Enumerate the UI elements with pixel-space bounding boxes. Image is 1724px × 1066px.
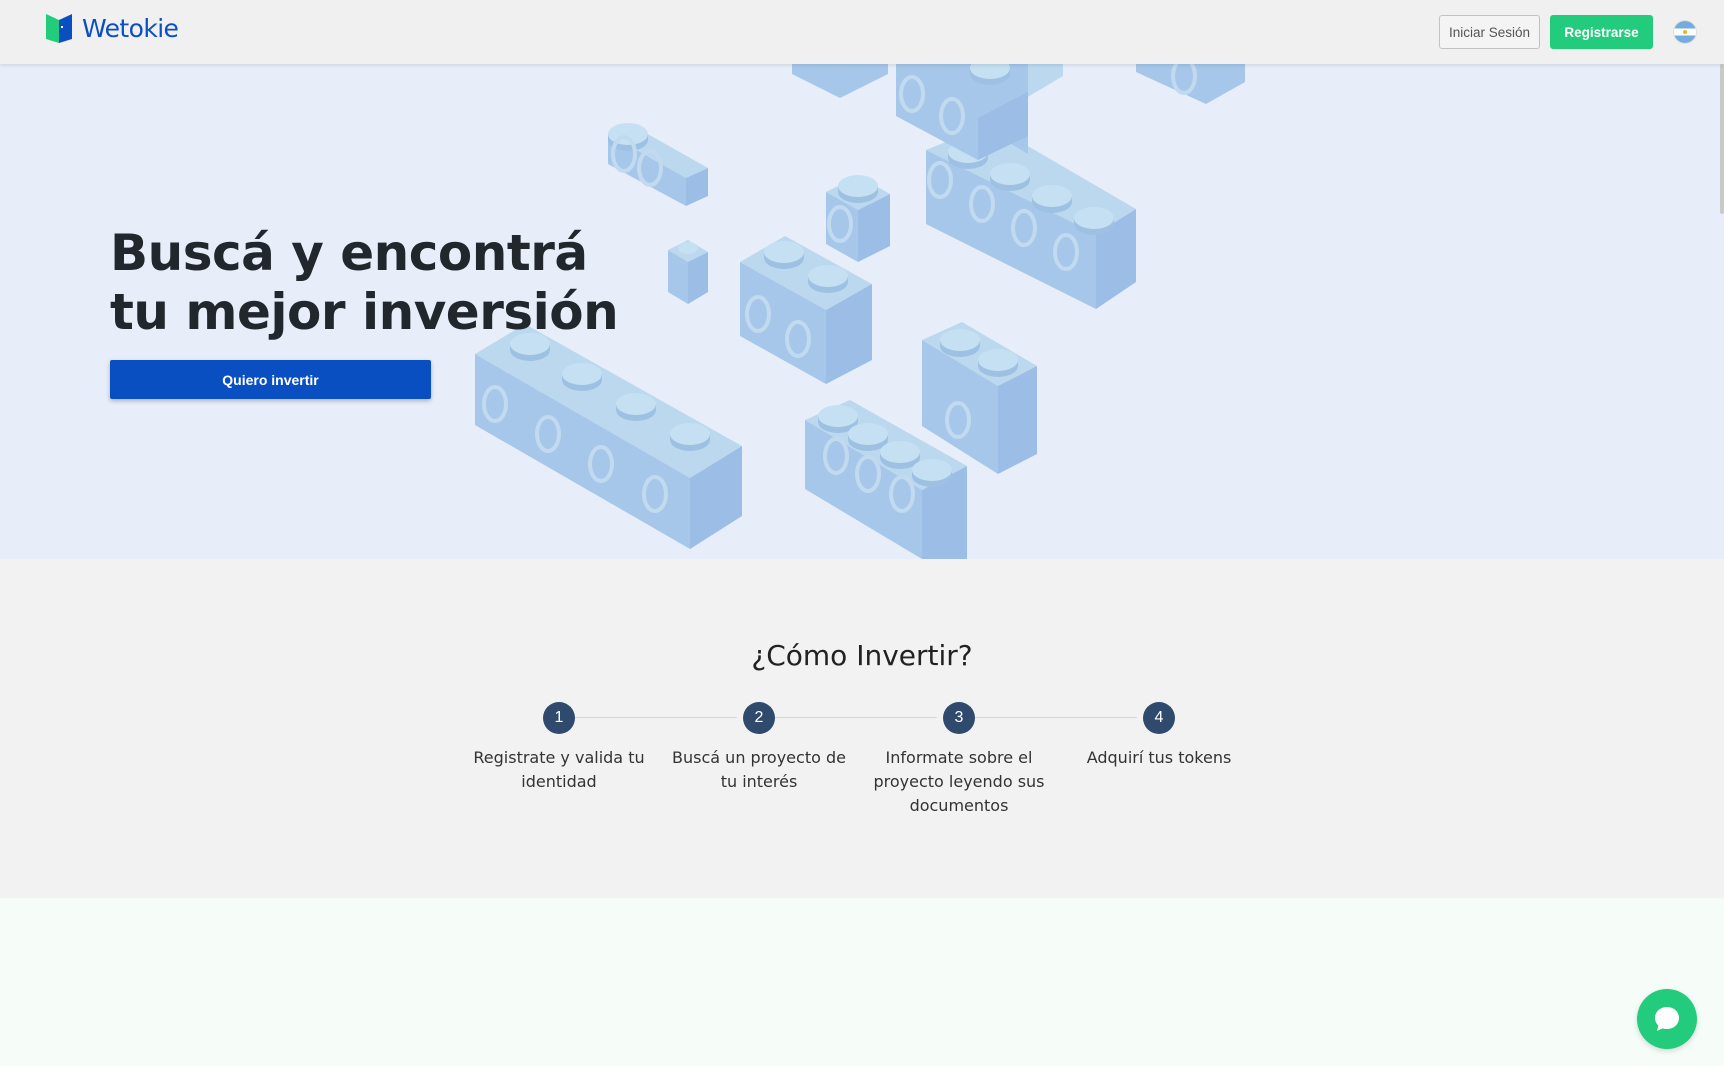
hero-title-line1: Buscá y encontrá — [110, 224, 588, 282]
chat-launcher-button[interactable] — [1637, 989, 1697, 1049]
brick-cube — [826, 175, 890, 262]
step-item: 2 Buscá un proyecto de tu interés — [664, 702, 854, 794]
step-item: 4 Adquirí tus tokens — [1064, 702, 1254, 770]
wetokie-logo-icon — [46, 14, 72, 43]
invest-cta-button[interactable]: Quiero invertir — [110, 360, 431, 399]
brick-small-top — [608, 123, 708, 206]
chat-bubble-icon — [1655, 1007, 1679, 1031]
top-navbar: Wetokie Iniciar Sesión Registrarse — [0, 0, 1724, 64]
step-text: Adquirí tus tokens — [1086, 748, 1232, 767]
brick-tiny — [668, 240, 708, 304]
login-button[interactable]: Iniciar Sesión — [1439, 15, 1540, 49]
brick-large — [475, 324, 742, 549]
brick-long — [926, 124, 1136, 309]
step-number-badge: 2 — [743, 702, 775, 734]
brand-logo[interactable]: Wetokie — [46, 12, 179, 45]
step-item: 3 Informate sobre el proyecto leyendo su… — [864, 702, 1054, 818]
step-item: 1 Registrate y valida tu identidad — [464, 702, 654, 794]
next-section-background — [0, 898, 1724, 1066]
register-button[interactable]: Registrarse — [1550, 15, 1653, 49]
step-text: Informate sobre el proyecto leyendo sus … — [873, 748, 1045, 815]
flag-sun — [1683, 30, 1687, 34]
page-scrollbar[interactable] — [1720, 64, 1724, 214]
flag-argentina-icon[interactable] — [1674, 21, 1696, 43]
brick-top-cut — [792, 64, 1245, 160]
step-text: Buscá un proyecto de tu interés — [672, 748, 846, 791]
section-title: ¿Cómo Invertir? — [751, 639, 973, 672]
hero-title-line2: tu mejor inversión — [110, 283, 619, 341]
how-to-invest-section: ¿Cómo Invertir? 1 Registrate y valida tu… — [0, 559, 1724, 898]
brand-name: Wetokie — [82, 14, 179, 43]
step-number-badge: 4 — [1143, 702, 1175, 734]
step-number-badge: 1 — [543, 702, 575, 734]
step-text: Registrate y valida tu identidad — [473, 748, 645, 791]
hero-title: Buscá y encontrá tu mejor inversión — [110, 224, 619, 342]
hero-section: Buscá y encontrá tu mejor inversión Quie… — [0, 64, 1724, 559]
step-number-badge: 3 — [943, 702, 975, 734]
